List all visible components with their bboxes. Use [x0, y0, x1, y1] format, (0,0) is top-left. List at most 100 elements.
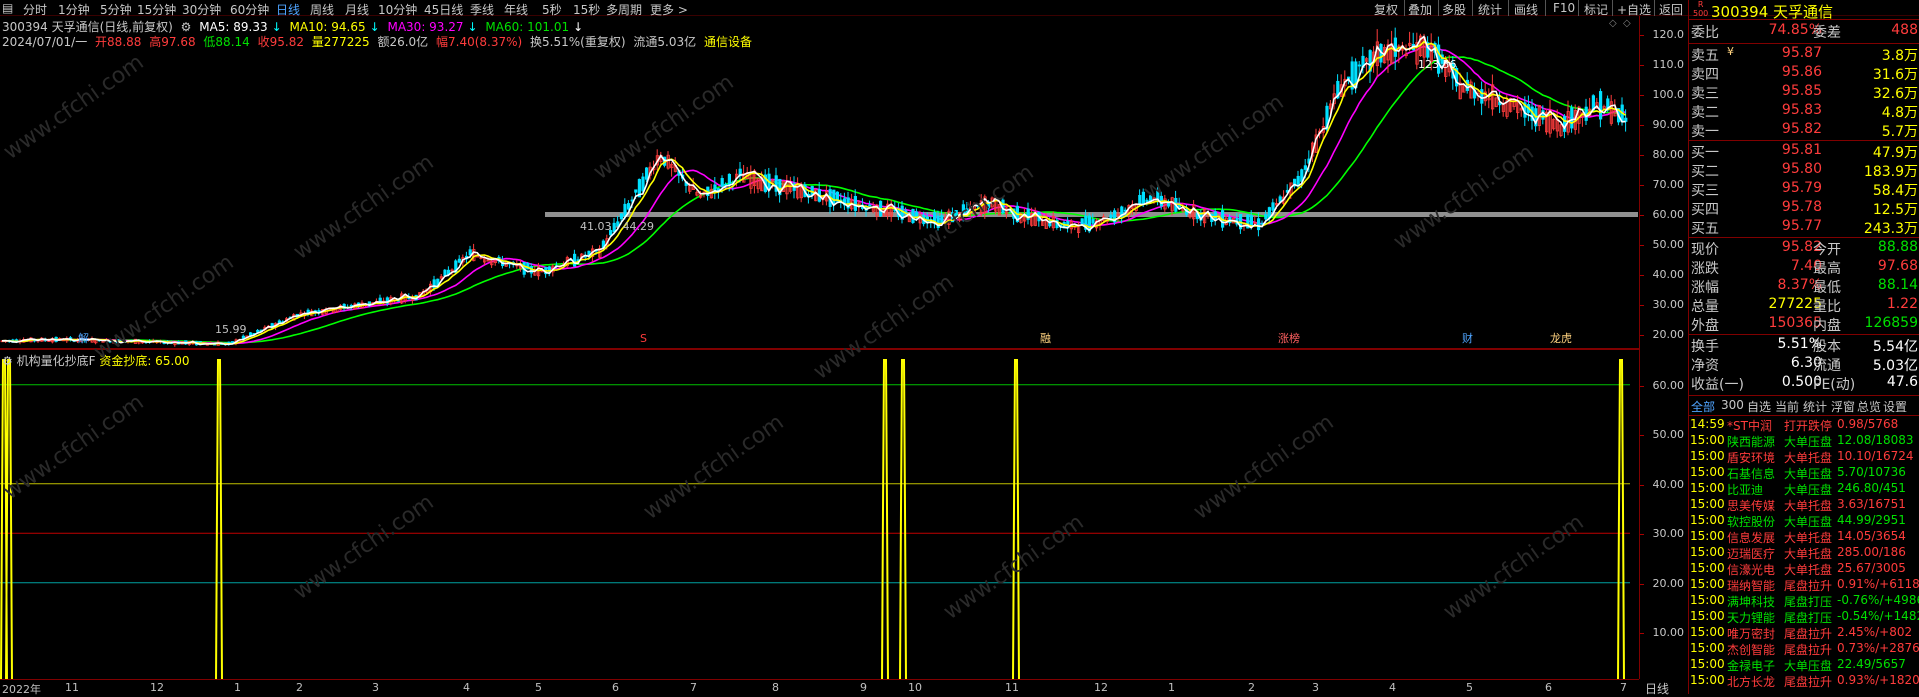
- scanner-row[interactable]: 15:00 信息发展 大单托盘 14.05/3654: [1689, 529, 1919, 545]
- x-tick: 5: [1466, 681, 1473, 694]
- scanner-row[interactable]: 15:00 杰创智能 尾盘拉升 0.73%/+2876: [1689, 641, 1919, 657]
- yen-icon[interactable]: ¥: [1727, 45, 1734, 58]
- indicator-name[interactable]: 机构量化抄底F: [17, 354, 96, 368]
- scanner-row[interactable]: 15:00 石基信息 大单压盘 5.70/10736: [1689, 465, 1919, 481]
- ask-row: 卖五 95.87 3.8万 ¥: [1689, 45, 1919, 64]
- scanner-row[interactable]: 15:00 唯万密封 尾盘拉升 2.45%/+802: [1689, 625, 1919, 641]
- bid-row: 买三 95.79 58.4万: [1689, 180, 1919, 199]
- row-value2: 88.14: [1877, 277, 1918, 293]
- scanner-time: 15:00: [1690, 545, 1725, 559]
- scanner-row[interactable]: 15:00 瑞纳智能 尾盘拉升 0.91%/+6118: [1689, 577, 1919, 593]
- row-label: 买二: [1691, 164, 1719, 180]
- row-label2: 今开: [1813, 242, 1841, 258]
- stat-row: 现价 95.82 今开 88.88: [1689, 239, 1919, 258]
- candle-body: [1264, 214, 1268, 220]
- price-tick: 40.00: [1652, 268, 1685, 281]
- event-mark[interactable]: 龙虎: [1550, 332, 1572, 345]
- scanner-row[interactable]: 15:00 陕西能源 大单压盘 12.08/18083: [1689, 433, 1919, 449]
- indicator-param: 资金抄底: 65.00: [99, 354, 190, 368]
- bottom-period-tab[interactable]: 日线: [1645, 680, 1669, 697]
- indicator-icon[interactable]: ⚙: [2, 354, 13, 368]
- stat-row: 总量 277225 量比 1.22: [1689, 296, 1919, 315]
- quote-panel: R 500 300394 天孚通信 委比 74.85% 委差 488 卖五 95.8…: [1688, 0, 1919, 694]
- candles: [0, 27, 1628, 347]
- candle-body: [1213, 211, 1217, 221]
- scanner-value: 285.00/186: [1837, 545, 1906, 559]
- candle-body: [832, 189, 836, 205]
- indicator-title-bar: ⚙ 机构量化抄底F 资金抄底: 65.00: [2, 352, 190, 369]
- row-label2: 股本: [1813, 339, 1841, 355]
- scanner-row[interactable]: 15:00 金禄电子 大单压盘 22.49/5657: [1689, 657, 1919, 673]
- date-axis: 2022年 11 12 1 2 3 4 5 6 7 8 9 10 11 12 1…: [0, 679, 1639, 696]
- scanner-tab[interactable]: 设置: [1883, 398, 1907, 415]
- scanner-stock: 思美传媒: [1727, 499, 1776, 513]
- x-tick: 7: [690, 681, 697, 694]
- scanner-row[interactable]: 15:00 天力锂能 尾盘打压 -0.54%/+1482: [1689, 609, 1919, 625]
- candle-body: [720, 178, 724, 187]
- scanner-stock: 石基信息: [1727, 467, 1776, 481]
- scanner-tab[interactable]: 自选: [1747, 398, 1771, 415]
- candle-body: [1480, 89, 1484, 104]
- scanner-time: 15:00: [1690, 481, 1725, 495]
- f10-button[interactable]: F10: [1553, 1, 1575, 15]
- row-label: 卖四: [1691, 67, 1719, 83]
- event-mark[interactable]: 财: [1462, 331, 1473, 345]
- diamond-icon[interactable]: ◇: [1609, 18, 1617, 29]
- row-label2: 量比: [1813, 299, 1841, 315]
- scanner-row[interactable]: 15:00 北方长龙 尾盘拉升 0.93%/+1820: [1689, 673, 1919, 689]
- x-tick: 3: [372, 681, 379, 694]
- scanner-tab[interactable]: 全部: [1691, 398, 1715, 415]
- scanner-tab[interactable]: 300: [1721, 398, 1744, 412]
- event-mark[interactable]: 融: [1040, 332, 1051, 345]
- scanner-value: 44.99/2951: [1837, 513, 1906, 527]
- scanner-tab[interactable]: 浮窗: [1831, 398, 1855, 415]
- event-mark[interactable]: S: [640, 332, 647, 345]
- diamond-icon[interactable]: ◇: [1623, 18, 1631, 29]
- scanner-tab[interactable]: 统计: [1803, 398, 1827, 415]
- row-value2: 3.8万: [1881, 48, 1918, 64]
- x-tick: 2: [1248, 681, 1255, 694]
- scanner-time: 15:00: [1690, 625, 1725, 639]
- stat2-row: 收益(一) 0.500 PE(动) 47.6: [1689, 374, 1919, 393]
- indicator-chart[interactable]: [0, 349, 1639, 679]
- bid-row: 买一 95.81 47.9万: [1689, 142, 1919, 161]
- row-label: 总量: [1691, 299, 1719, 315]
- candle-body: [1141, 191, 1145, 205]
- scanner-type: 大单托盘: [1784, 531, 1833, 545]
- scanner-row[interactable]: 15:00 盾安环境 大单托盘 10.10/16724: [1689, 449, 1919, 465]
- scanner-row[interactable]: 15:00 信濠光电 大单托盘 25.67/3005: [1689, 561, 1919, 577]
- row-value2: 5.7万: [1881, 124, 1918, 140]
- price-tick: 110.0: [1652, 58, 1685, 71]
- x-tick: 12: [150, 681, 164, 694]
- scanner-stock: 杰创智能: [1727, 643, 1776, 657]
- row-value2: 32.6万: [1872, 86, 1918, 102]
- scanner-row[interactable]: 15:00 比亚迪 大单压盘 246.80/451: [1689, 481, 1919, 497]
- scanner-time: 15:00: [1690, 465, 1725, 479]
- candle-body: [727, 173, 732, 186]
- scanner-row[interactable]: 15:00 迈瑞医疗 大单托盘 285.00/186: [1689, 545, 1919, 561]
- menu-icon[interactable]: ▤: [2, 1, 13, 15]
- row-value: 95.77: [1781, 218, 1822, 234]
- scanner-value: 22.49/5657: [1837, 657, 1906, 671]
- scanner-row[interactable]: 15:00 软控股份 大单压盘 44.99/2951: [1689, 513, 1919, 529]
- ma60-line: [1, 56, 1626, 344]
- candlestick-chart[interactable]: 解 S 融 涨榜 财 龙虎 123.56 41.03 - 44.29 15.99 ◇ ◇: [0, 16, 1639, 349]
- stat-row: 涨跌 7.40 最高 97.68: [1689, 258, 1919, 277]
- scanner-time: 14:59: [1690, 417, 1725, 431]
- price-tick: 30.00: [1652, 298, 1685, 311]
- event-mark[interactable]: 解: [78, 331, 89, 345]
- scanner-time: 15:00: [1690, 497, 1725, 511]
- candle-body: [457, 258, 462, 263]
- scanner-type: 大单压盘: [1784, 435, 1833, 449]
- event-mark[interactable]: 涨榜: [1278, 331, 1300, 345]
- scanner-tab[interactable]: 当前: [1775, 398, 1799, 415]
- scanner-tab[interactable]: 总览: [1857, 398, 1881, 415]
- scanner-row[interactable]: 14:59 *ST中润 打开跌停 0.98/5768: [1689, 417, 1919, 433]
- row-label2: 流通: [1813, 358, 1841, 374]
- scanner-value: 0.91%/+6118: [1837, 577, 1919, 591]
- row-label: 卖二: [1691, 105, 1719, 121]
- candle-body: [954, 210, 958, 217]
- scanner-row[interactable]: 15:00 思美传媒 大单托盘 3.63/16751: [1689, 497, 1919, 513]
- scanner-type: 尾盘打压: [1784, 611, 1833, 625]
- scanner-row[interactable]: 15:00 满坤科技 尾盘打压 -0.76%/+4986: [1689, 593, 1919, 609]
